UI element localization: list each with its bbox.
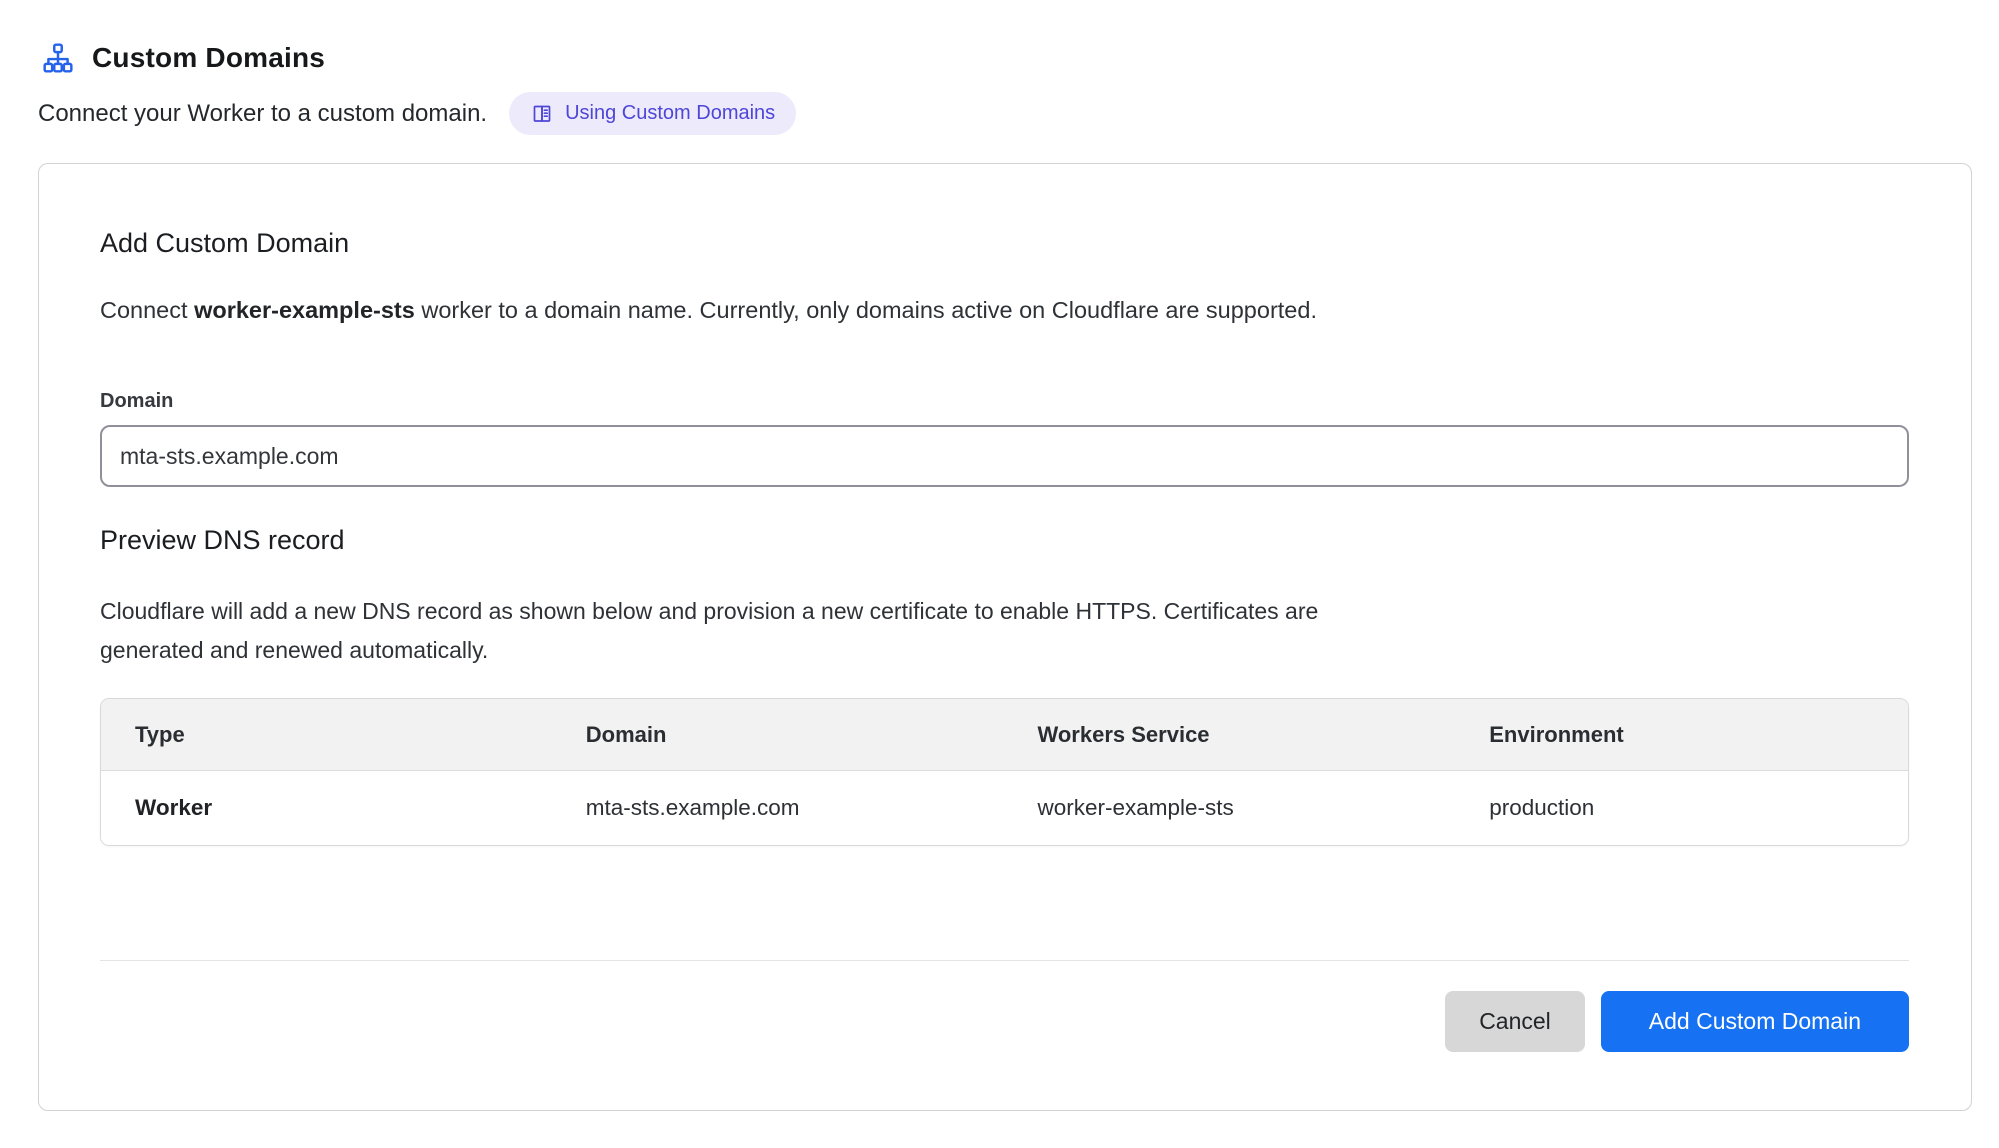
dns-preview-table: Type Domain Workers Service Environment … — [100, 698, 1909, 846]
button-row: Cancel Add Custom Domain — [100, 991, 1909, 1052]
intro-text: Connect worker-example-sts worker to a d… — [100, 297, 1909, 324]
column-header-workers-service: Workers Service — [1005, 722, 1457, 748]
table-header-row: Type Domain Workers Service Environment — [101, 699, 1908, 771]
page-title: Custom Domains — [92, 42, 325, 74]
column-header-environment: Environment — [1456, 722, 1908, 748]
footer-divider — [100, 960, 1909, 962]
cell-workers-service: worker-example-sts — [1005, 795, 1457, 821]
column-header-domain: Domain — [553, 722, 1005, 748]
preview-dns-description: Cloudflare will add a new DNS record as … — [100, 592, 1909, 670]
cancel-button[interactable]: Cancel — [1445, 991, 1585, 1052]
preview-dns-heading: Preview DNS record — [100, 525, 1909, 556]
worker-name: worker-example-sts — [194, 297, 415, 323]
sitemap-icon — [42, 42, 74, 74]
docs-badge-link[interactable]: Using Custom Domains — [509, 92, 796, 135]
page-subtitle: Connect your Worker to a custom domain. — [38, 100, 487, 128]
open-book-icon — [530, 102, 554, 126]
custom-domains-page: Custom Domains Connect your Worker to a … — [0, 0, 1999, 1148]
table-row: Worker mta-sts.example.com worker-exampl… — [101, 771, 1908, 845]
add-custom-domain-card: Add Custom Domain Connect worker-example… — [38, 163, 1972, 1111]
cell-environment: production — [1456, 795, 1908, 821]
docs-badge-label: Using Custom Domains — [565, 102, 775, 125]
add-custom-domain-button[interactable]: Add Custom Domain — [1601, 991, 1909, 1052]
domain-input[interactable] — [100, 425, 1909, 487]
domain-field-label: Domain — [100, 390, 1909, 413]
cell-domain: mta-sts.example.com — [553, 795, 1005, 821]
page-header: Custom Domains — [38, 42, 1972, 74]
cell-type: Worker — [101, 795, 553, 821]
card-footer: Cancel Add Custom Domain — [100, 960, 1909, 1053]
subtitle-row: Connect your Worker to a custom domain. … — [38, 92, 1972, 135]
column-header-type: Type — [101, 722, 553, 748]
card-heading: Add Custom Domain — [100, 228, 1909, 259]
